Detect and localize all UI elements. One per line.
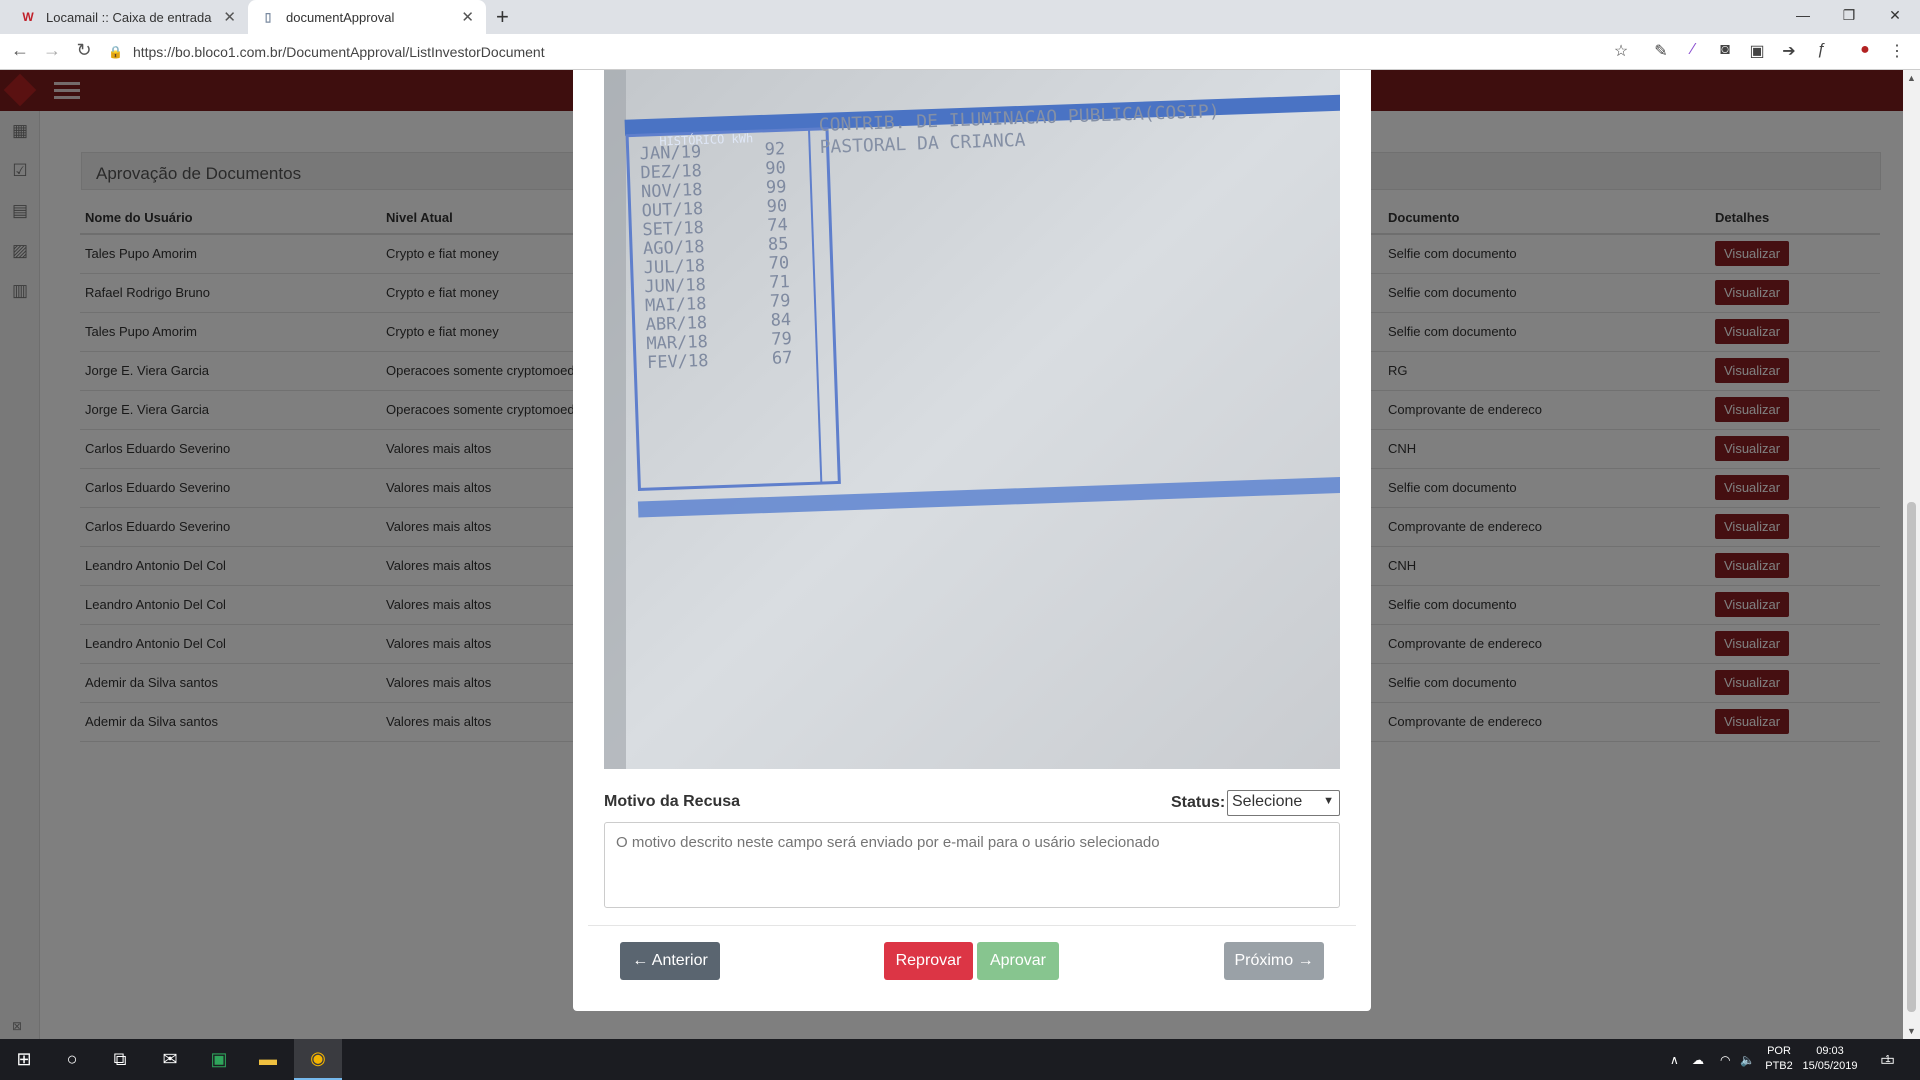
scroll-down-icon[interactable]: ▼: [1903, 1026, 1920, 1036]
back-icon[interactable]: ←: [8, 40, 32, 61]
close-icon[interactable]: ✕: [223, 8, 236, 26]
onedrive-icon[interactable]: ☁: [1692, 1039, 1704, 1080]
kwh-value: 67: [772, 348, 793, 369]
forward-icon[interactable]: →: [40, 40, 64, 61]
address-bar: ← → ↻ 🔒 https://bo.bloco1.com.br/Documen…: [0, 34, 1920, 70]
url-field[interactable]: 🔒 https://bo.bloco1.com.br/DocumentAppro…: [108, 39, 1648, 65]
approve-button[interactable]: Aprovar: [977, 942, 1059, 980]
webmail-w-icon: W: [22, 10, 34, 24]
kwh-value: 79: [770, 291, 791, 312]
tray-chevron-icon[interactable]: ∧: [1670, 1039, 1679, 1080]
lang-code: POR: [1767, 1045, 1791, 1057]
extension-pen-icon[interactable]: ∕: [1682, 41, 1704, 59]
kwh-value: 90: [766, 196, 787, 217]
system-clock[interactable]: 09:03 15/05/2019: [1800, 1044, 1860, 1074]
new-tab-button[interactable]: +: [496, 4, 509, 30]
close-window-icon[interactable]: ✕: [1872, 0, 1918, 30]
status-select-value: Selecione: [1232, 793, 1303, 810]
browser-tab-bar: W Locamail :: Caixa de entrada ✕ ▯ docum…: [0, 0, 1920, 34]
tab-document-approval[interactable]: ▯ documentApproval ✕: [248, 0, 486, 34]
kwh-value: 70: [768, 253, 789, 274]
motivo-textarea[interactable]: [604, 822, 1340, 908]
kwh-value: 85: [768, 234, 789, 255]
clock-date: 15/05/2019: [1802, 1060, 1858, 1072]
scrollbar-thumb[interactable]: [1907, 502, 1916, 1012]
kwh-value: 92: [764, 139, 785, 160]
notification-count: 1: [1885, 1054, 1891, 1065]
reload-icon[interactable]: ↻: [72, 40, 96, 61]
clock-time: 09:03: [1816, 1045, 1844, 1057]
lock-icon: 🔒: [108, 45, 123, 59]
document-photo: HISTÓRICO kWh CONTRIB. DE ILUMINACAO PUB…: [604, 70, 1340, 769]
document-image: HISTÓRICO kWh CONTRIB. DE ILUMINACAO PUB…: [604, 70, 1340, 769]
file-explorer-icon[interactable]: ▬: [244, 1039, 292, 1080]
formula-extension-icon[interactable]: ƒ: [1810, 41, 1832, 59]
kwh-value: 84: [770, 310, 791, 331]
bookmark-star-icon[interactable]: ☆: [1610, 41, 1632, 61]
wifi-icon[interactable]: ◠: [1720, 1039, 1730, 1080]
menu-kebab-icon[interactable]: ⋮: [1886, 41, 1908, 61]
kwh-value: 74: [767, 215, 788, 236]
arrow-extension-icon[interactable]: ➔: [1778, 41, 1800, 61]
extension-m-icon[interactable]: ▣: [1746, 41, 1768, 61]
status-select[interactable]: Selecione ▼: [1227, 790, 1340, 816]
restore-icon[interactable]: ❐: [1826, 0, 1872, 30]
dropdown-caret-icon: ▼: [1323, 795, 1334, 807]
document-review-modal: HISTÓRICO kWh CONTRIB. DE ILUMINACAO PUB…: [573, 70, 1371, 1011]
os-taskbar: ⊞ ○ ⧉ ✉ ▣ ▬ ◉ ∧ ☁ ◠ 🔈 POR PTB2 09:03 15/…: [0, 1039, 1920, 1080]
modal-divider: [588, 925, 1356, 926]
input-language[interactable]: POR PTB2: [1762, 1044, 1796, 1074]
kwh-value: 90: [765, 158, 786, 179]
next-button[interactable]: Próximo →: [1224, 942, 1324, 980]
app-page: ▦ ☑ ▤ ▨ ▥ ⊠ Aprovação de Documentos Nome…: [0, 70, 1920, 1039]
tab-title: Locamail :: Caixa de entrada: [46, 9, 212, 25]
status-label: Status:: [1171, 794, 1226, 811]
url-text: https://bo.bloco1.com.br/DocumentApprova…: [132, 44, 545, 60]
camera-icon[interactable]: ◙: [1714, 41, 1736, 59]
kwh-value: 99: [766, 177, 787, 198]
page-icon: ▯: [264, 10, 272, 24]
tab-locamail[interactable]: W Locamail :: Caixa de entrada ✕: [8, 0, 248, 34]
reject-button[interactable]: Reprovar: [884, 942, 973, 980]
page-scrollbar[interactable]: ▲ ▼: [1903, 70, 1920, 1039]
search-circle-icon[interactable]: ○: [48, 1039, 96, 1080]
kwh-month: FEV/18: [647, 351, 709, 373]
chrome-icon[interactable]: ◉: [294, 1039, 342, 1080]
previous-button[interactable]: ← Anterior: [620, 942, 720, 980]
minimize-icon[interactable]: —: [1780, 0, 1826, 30]
close-icon[interactable]: ✕: [461, 8, 474, 26]
excel-icon[interactable]: ▣: [195, 1039, 243, 1080]
keyboard-layout: PTB2: [1765, 1060, 1793, 1072]
task-view-icon[interactable]: ⧉: [96, 1039, 144, 1080]
windows-start-icon[interactable]: ⊞: [0, 1039, 48, 1080]
scroll-up-icon[interactable]: ▲: [1903, 73, 1920, 83]
kwh-value: 71: [769, 272, 790, 293]
volume-icon[interactable]: 🔈: [1740, 1039, 1755, 1080]
tab-title: documentApproval: [286, 9, 395, 25]
kwh-value: 79: [771, 329, 792, 350]
notifications-icon[interactable]: ▭ 1: [1880, 1039, 1895, 1080]
motivo-label: Motivo da Recusa: [604, 793, 741, 810]
profile-avatar-icon[interactable]: ●: [1854, 41, 1876, 59]
mail-icon[interactable]: ✉: [146, 1039, 194, 1080]
extension-tool-icon[interactable]: ✎: [1650, 41, 1672, 61]
